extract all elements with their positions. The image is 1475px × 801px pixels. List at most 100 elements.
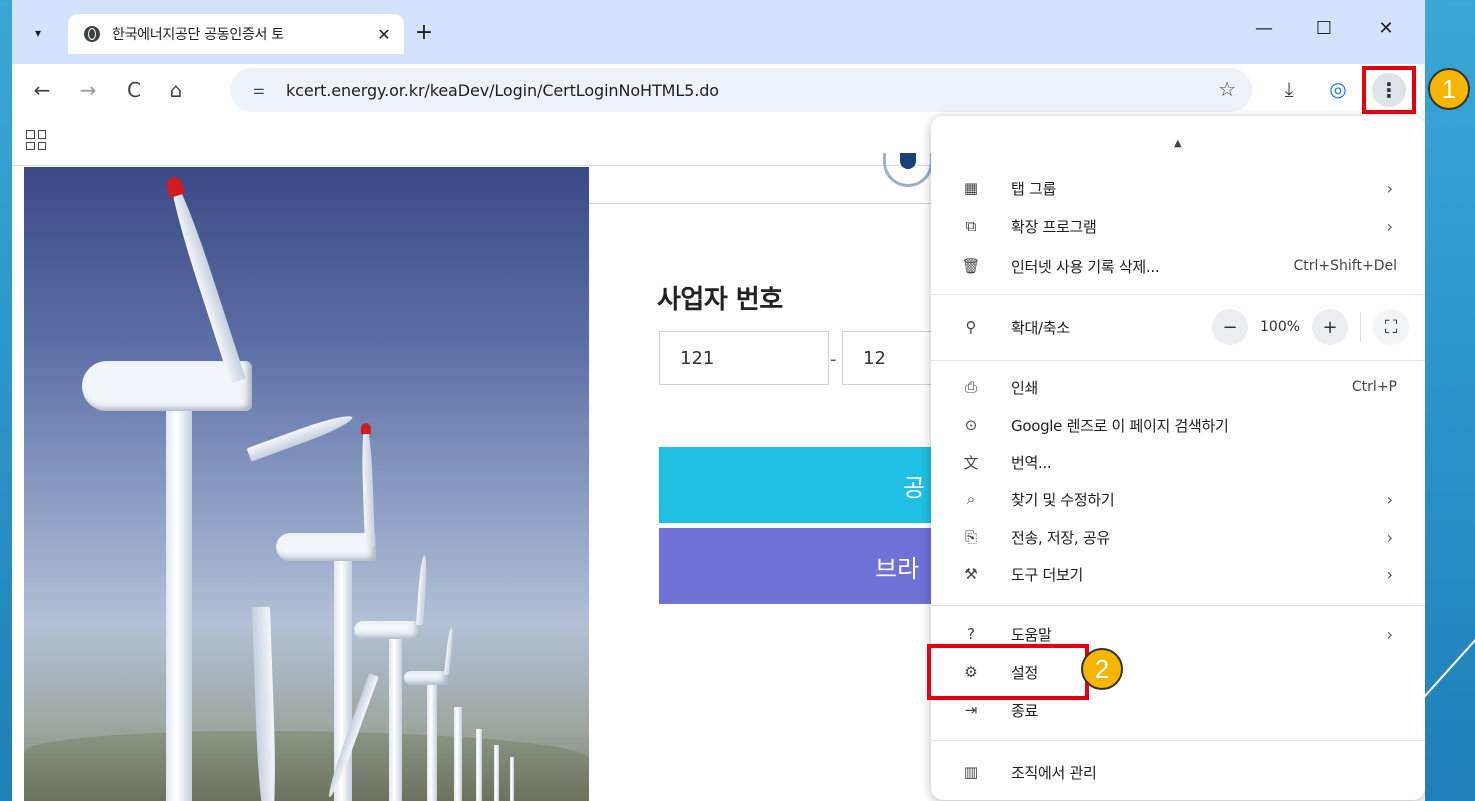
menu-item-label: 종료 <box>1011 701 1039 720</box>
tab-groups-icon: ▦ <box>963 179 979 197</box>
home-button[interactable]: ⌂ <box>162 78 190 102</box>
menu-item-tab-groups[interactable]: ▦ 탭 그룹 › <box>931 169 1425 207</box>
turbine-tower <box>389 633 402 801</box>
zoom-divider <box>1360 312 1361 342</box>
caret-up-icon: ▲ <box>1174 138 1182 149</box>
menu-item-label: 인터넷 사용 기록 삭제... <box>1011 257 1160 276</box>
forward-button[interactable]: → <box>74 78 102 102</box>
menu-item-label: 확대/축소 <box>1011 318 1070 337</box>
menu-item-label: 인쇄 <box>1011 378 1039 397</box>
menu-item-find-edit[interactable]: ⌕ 찾기 및 수정하기 › <box>931 480 1425 518</box>
menu-divider <box>931 294 1425 295</box>
kebab-icon: ⋮ <box>1372 73 1406 107</box>
zoom-in-button[interactable]: + <box>1312 309 1348 345</box>
turbine-nacelle <box>276 533 376 561</box>
menu-item-label: 찾기 및 수정하기 <box>1011 490 1115 509</box>
url-text[interactable]: kcert.energy.or.kr/keaDev/Login/CertLogi… <box>286 81 719 100</box>
maximize-button[interactable]: ☐ <box>1304 18 1344 39</box>
close-window-button[interactable]: ✕ <box>1366 18 1406 39</box>
menu-item-label: 탭 그룹 <box>1011 179 1056 198</box>
address-bar[interactable]: ⚌ kcert.energy.or.kr/keaDev/Login/CertLo… <box>230 68 1252 112</box>
dash-separator: - <box>830 349 837 370</box>
apps-grid-icon[interactable] <box>26 130 46 150</box>
menu-item-more-tools[interactable]: ⚒ 도구 더보기 › <box>931 555 1425 593</box>
chevron-right-icon: › <box>1386 216 1393 236</box>
reload-button[interactable]: C <box>120 78 148 102</box>
step-badge-1: 1 <box>1428 68 1470 110</box>
turbine-tower <box>454 707 462 801</box>
menu-item-google-lens[interactable]: ⊙ Google 렌즈로 이 페이지 검색하기 <box>931 406 1425 444</box>
agency-logo <box>883 153 933 187</box>
menu-item-label: 조직에서 관리 <box>1011 763 1097 782</box>
share-icon: ⎘ <box>964 528 977 546</box>
managed-icon: ▥ <box>963 763 979 781</box>
turbine-tower <box>166 377 192 801</box>
zoom-controls: − 100% + ⛶ <box>1212 309 1409 345</box>
globe-icon <box>84 26 100 42</box>
zoom-value: 100% <box>1260 319 1301 335</box>
shortcut-text: Ctrl+P <box>1351 379 1397 395</box>
minimize-button[interactable]: — <box>1244 18 1284 39</box>
step-badge-2: 2 <box>1081 648 1123 690</box>
active-tab[interactable]: 한국에너지공단 공동인증서 토 ✕ <box>68 14 404 54</box>
chevron-right-icon: › <box>1386 489 1393 509</box>
menu-item-share[interactable]: ⎘ 전송, 저장, 공유 › <box>931 518 1425 556</box>
translate-icon: 文 <box>963 453 979 472</box>
menu-item-label: 도움말 <box>1011 625 1052 644</box>
fullscreen-button[interactable]: ⛶ <box>1373 309 1409 345</box>
decorative-line <box>1420 633 1475 702</box>
menu-item-label: 전송, 저장, 공유 <box>1011 528 1110 547</box>
business-number-part2-input[interactable]: 12 <box>842 331 942 385</box>
tab-search-chevron-icon[interactable]: ▾ <box>24 19 52 47</box>
menu-item-label: 확장 프로그램 <box>1011 217 1097 236</box>
settings-highlight-box <box>927 644 1089 700</box>
tab-close-icon[interactable]: ✕ <box>374 25 394 44</box>
turbine-blade <box>164 175 246 384</box>
shortcut-text: Ctrl+Shift+Del <box>1293 258 1397 274</box>
download-icon[interactable]: ⤓ <box>1275 77 1303 101</box>
turbine-tower <box>427 681 437 801</box>
profile-icon[interactable]: ◎ <box>1324 77 1352 101</box>
help-icon: ? <box>967 625 975 643</box>
turbine-blade <box>360 422 375 548</box>
lens-icon: ⊙ <box>964 416 978 434</box>
site-info-icon[interactable]: ⚌ <box>246 77 272 103</box>
menu-divider <box>931 605 1425 606</box>
menu-item-extensions[interactable]: ⧉ 확장 프로그램 › <box>931 207 1425 245</box>
toolbar: ← → C ⌂ ⚌ kcert.energy.or.kr/keaDev/Logi… <box>12 64 1425 116</box>
bookmark-star-icon[interactable]: ☆ <box>1218 77 1236 101</box>
zoom-out-button[interactable]: − <box>1212 309 1248 345</box>
chrome-menu-button[interactable]: ⋮ <box>1362 66 1416 114</box>
turbine-blade <box>416 554 428 626</box>
exit-icon: ⇥ <box>964 701 978 719</box>
menu-item-zoom: ⚲ 확대/축소 − 100% + ⛶ <box>931 308 1425 346</box>
turbine-tower <box>510 757 514 801</box>
chevron-right-icon: › <box>1386 527 1393 547</box>
tab-strip: ▾ 한국에너지공단 공동인증서 토 ✕ + — ☐ ✕ <box>12 0 1425 64</box>
wind-turbine-image <box>24 167 589 801</box>
business-number-part1-input[interactable]: 121 <box>659 331 829 385</box>
chevron-right-icon: › <box>1386 624 1393 644</box>
back-button[interactable]: ← <box>28 78 56 102</box>
menu-item-clear-history[interactable]: 🗑 인터넷 사용 기록 삭제... Ctrl+Shift+Del <box>931 247 1425 285</box>
menu-item-label: Google 렌즈로 이 페이지 검색하기 <box>1011 416 1229 435</box>
turbine-tower <box>476 729 482 801</box>
menu-divider <box>931 740 1425 741</box>
chevron-right-icon: › <box>1386 564 1393 584</box>
print-icon: ⎙ <box>964 378 977 396</box>
menu-item-print[interactable]: ⎙ 인쇄 Ctrl+P <box>931 368 1425 406</box>
extensions-icon: ⧉ <box>965 217 977 235</box>
browser-window: ▾ 한국에너지공단 공동인증서 토 ✕ + — ☐ ✕ ← → C ⌂ ⚌ kc… <box>12 0 1425 801</box>
find-icon: ⌕ <box>966 490 976 508</box>
menu-item-label: 번역... <box>1011 453 1052 472</box>
trash-icon: 🗑 <box>961 257 981 275</box>
menu-item-translate[interactable]: 文 번역... <box>931 443 1425 481</box>
tools-icon: ⚒ <box>964 565 978 583</box>
turbine-blade <box>444 627 455 676</box>
chevron-right-icon: › <box>1386 178 1393 198</box>
menu-divider <box>931 360 1425 361</box>
business-number-label: 사업자 번호 <box>657 285 783 315</box>
zoom-icon: ⚲ <box>965 318 977 336</box>
new-tab-button[interactable]: + <box>410 18 438 46</box>
menu-item-managed[interactable]: ▥ 조직에서 관리 <box>931 753 1425 791</box>
